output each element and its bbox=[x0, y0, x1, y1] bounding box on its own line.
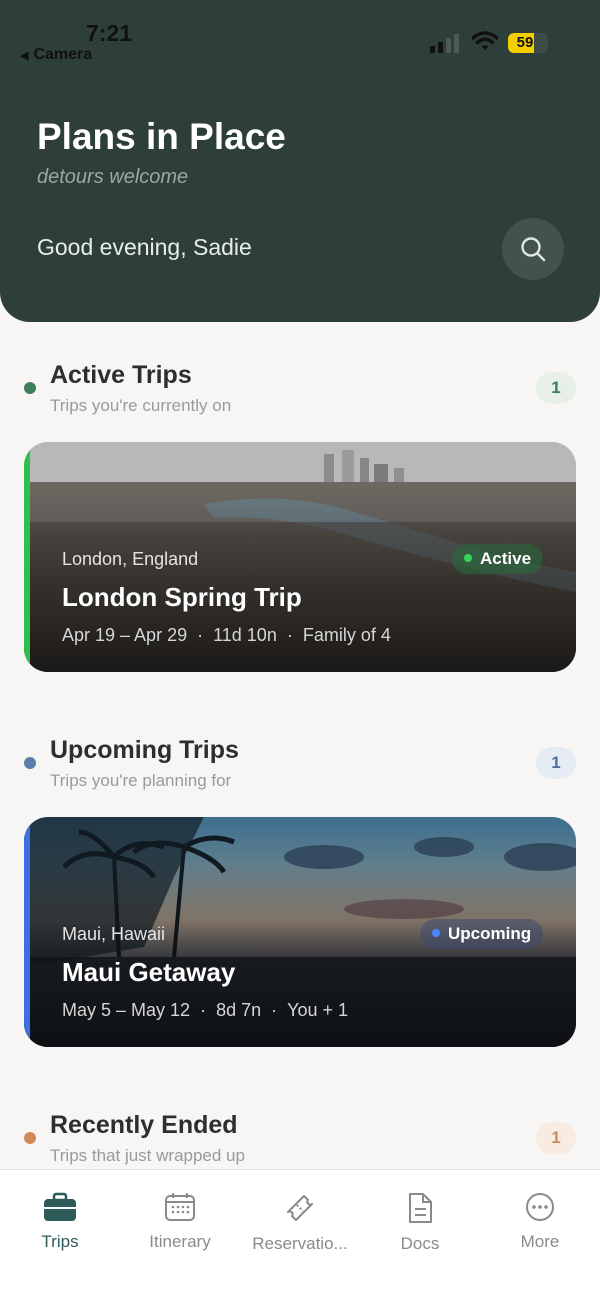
trip-party: You + 1 bbox=[287, 1000, 349, 1020]
meta-separator: · bbox=[197, 625, 204, 645]
ended-count-badge: 1 bbox=[536, 1122, 576, 1154]
tab-label: Docs bbox=[400, 1234, 440, 1253]
tab-reservations[interactable]: Reservatio... bbox=[240, 1192, 360, 1262]
active-section-subtitle: Trips you're currently on bbox=[50, 396, 232, 415]
tab-more[interactable]: More bbox=[480, 1192, 600, 1262]
more-icon bbox=[526, 1193, 554, 1221]
trip-dates: May 5 – May 12 bbox=[62, 1000, 191, 1020]
cellular-signal-icon bbox=[430, 33, 462, 53]
upcoming-section-subtitle: Trips you're planning for bbox=[50, 771, 232, 790]
trip-party: Family of 4 bbox=[302, 625, 391, 645]
trip-name: London Spring Trip bbox=[62, 582, 302, 612]
status-time: 7:21 bbox=[86, 20, 133, 46]
tab-label: Trips bbox=[41, 1232, 79, 1251]
ended-section-title: Recently Ended bbox=[50, 1111, 238, 1139]
battery-indicator: 59 bbox=[508, 33, 548, 53]
document-icon bbox=[409, 1193, 432, 1223]
trip-duration: 11d 10n bbox=[213, 625, 277, 645]
trip-dates: Apr 19 – Apr 29 bbox=[62, 625, 188, 645]
status-pill-active: Active bbox=[452, 544, 544, 574]
upcoming-section-dot bbox=[24, 757, 36, 769]
calendar-icon bbox=[165, 1193, 195, 1221]
ended-section-subtitle: Trips that just wrapped up bbox=[50, 1146, 245, 1165]
search-icon bbox=[521, 237, 546, 262]
status-pill-upcoming: Upcoming bbox=[420, 919, 544, 949]
active-section-title: Active Trips bbox=[50, 361, 192, 389]
status-label: Upcoming bbox=[448, 924, 532, 943]
meta-separator: · bbox=[286, 625, 293, 645]
search-button[interactable] bbox=[502, 218, 564, 280]
tab-itinerary[interactable]: Itinerary bbox=[120, 1192, 240, 1262]
tab-label: Reservatio... bbox=[252, 1234, 348, 1253]
trip-meta: Apr 19 – Apr 29 · 11d 10n · Family of 4 bbox=[62, 625, 391, 646]
upcoming-section-title: Upcoming Trips bbox=[50, 736, 239, 764]
back-app-label: Camera bbox=[33, 46, 93, 63]
tab-label: More bbox=[520, 1232, 560, 1251]
trip-duration: 8d 7n bbox=[216, 1000, 262, 1020]
ended-section-dot bbox=[24, 1132, 36, 1144]
battery-percent: 59 bbox=[516, 34, 534, 51]
back-to-camera-link[interactable]: ◀ Camera bbox=[20, 46, 92, 64]
app-header: 7:21 ◀ Camera 59 Plans in Place detours w… bbox=[0, 0, 600, 322]
status-bar: 7:21 ◀ Camera 59 bbox=[0, 0, 600, 70]
bottom-tab-bar: Trips Itinerary Reservatio... Docs More bbox=[0, 1169, 600, 1299]
tab-trips[interactable]: Trips bbox=[0, 1192, 120, 1262]
app-title: Plans in Place bbox=[37, 116, 286, 157]
briefcase-icon bbox=[44, 1192, 76, 1221]
app-subtitle: detours welcome bbox=[37, 166, 189, 188]
status-dot bbox=[432, 928, 440, 937]
active-section-dot bbox=[24, 382, 36, 394]
status-label: Active bbox=[480, 549, 532, 568]
back-arrow-icon: ◀ bbox=[20, 50, 29, 62]
meta-separator: · bbox=[271, 1000, 278, 1020]
trip-location: London, England bbox=[62, 549, 199, 569]
tab-label: Itinerary bbox=[149, 1232, 211, 1251]
status-dot bbox=[464, 553, 472, 562]
trip-location: Maui, Hawaii bbox=[62, 924, 166, 944]
meta-separator: · bbox=[200, 1000, 207, 1020]
active-count-badge: 1 bbox=[536, 372, 576, 404]
tab-docs[interactable]: Docs bbox=[360, 1192, 480, 1262]
trip-card-london[interactable]: Active London, England London Spring Tri… bbox=[24, 442, 576, 672]
active-accent-bar bbox=[24, 442, 30, 672]
trip-name: Maui Getaway bbox=[62, 957, 236, 987]
trip-meta: May 5 – May 12 · 8d 7n · You + 1 bbox=[62, 1000, 348, 1021]
upcoming-count-badge: 1 bbox=[536, 747, 576, 779]
ticket-icon bbox=[287, 1195, 313, 1221]
wifi-icon bbox=[472, 31, 498, 50]
trip-card-maui[interactable]: Upcoming Maui, Hawaii Maui Getaway May 5… bbox=[24, 817, 576, 1047]
upcoming-accent-bar bbox=[24, 817, 30, 1047]
greeting-text: Good evening, Sadie bbox=[37, 234, 252, 260]
